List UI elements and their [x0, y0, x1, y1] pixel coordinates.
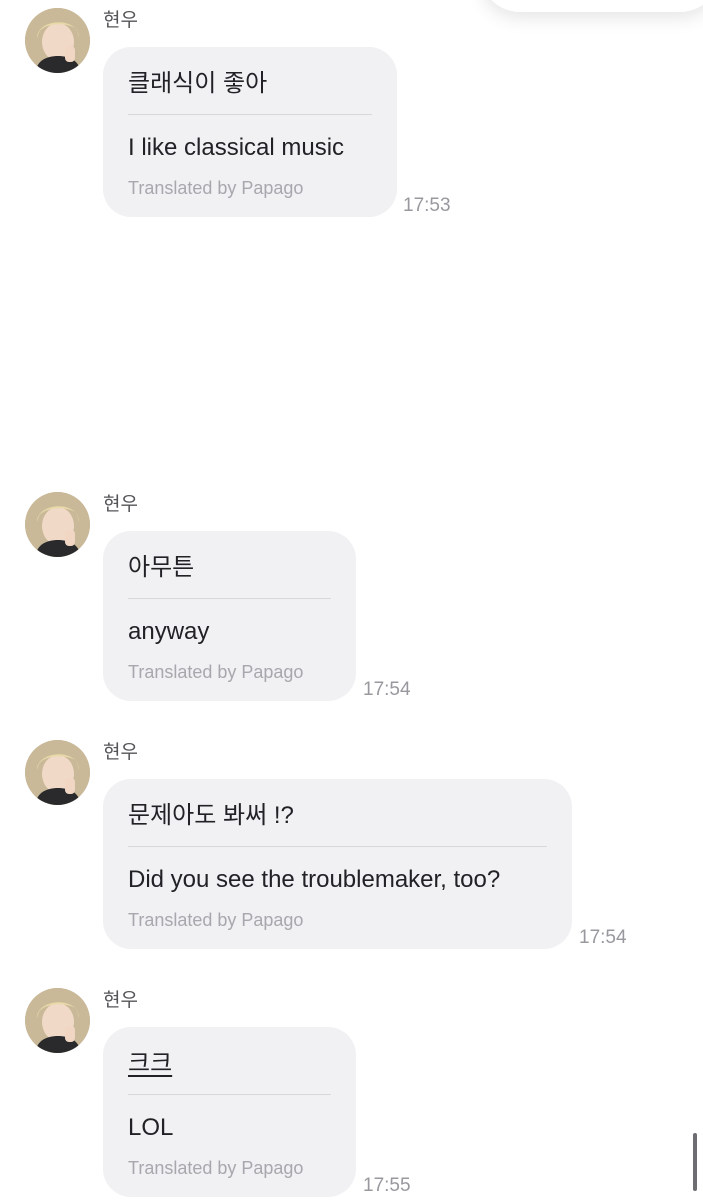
avatar[interactable]: [25, 988, 90, 1053]
original-text: 클래식이 좋아: [128, 70, 268, 97]
header-shadow: [480, 0, 703, 12]
divider: [128, 114, 372, 115]
sender-name: 현우: [103, 494, 138, 515]
translation-credit: Translated by Papago: [128, 662, 304, 682]
avatar-image: [25, 8, 90, 73]
timestamp: 17:53: [403, 195, 451, 216]
translated-text: Did you see the troublemaker, too?: [128, 866, 501, 893]
original-text: 문제아도 봐써 !?: [128, 802, 294, 829]
sender-name: 현우: [103, 742, 138, 763]
avatar-image: [25, 492, 90, 557]
scrollbar[interactable]: [693, 1133, 697, 1191]
avatar[interactable]: [25, 8, 90, 73]
message-bubble[interactable]: 문제아도 봐써 !? Did you see the troublemaker,…: [103, 779, 572, 949]
sender-name: 현우: [103, 990, 138, 1011]
message-bubble[interactable]: 크크 LOL Translated by Papago: [103, 1027, 356, 1197]
translated-text: I like classical music: [128, 134, 345, 161]
original-text: 아무튼: [128, 554, 195, 581]
divider: [128, 846, 547, 847]
timestamp: 17:54: [579, 927, 627, 948]
avatar[interactable]: [25, 492, 90, 557]
avatar[interactable]: [25, 740, 90, 805]
translated-text: anyway: [128, 618, 210, 645]
message-bubble[interactable]: 클래식이 좋아 I like classical music Translate…: [103, 47, 397, 217]
timestamp: 17:55: [363, 1175, 411, 1196]
divider: [128, 598, 331, 599]
avatar-image: [25, 988, 90, 1053]
original-text: 크크: [128, 1050, 173, 1077]
translation-credit: Translated by Papago: [128, 910, 304, 930]
translation-credit: Translated by Papago: [128, 1158, 304, 1178]
sender-name: 현우: [103, 10, 138, 31]
avatar-image: [25, 740, 90, 805]
message-bubble[interactable]: 아무튼 anyway Translated by Papago: [103, 531, 356, 701]
translated-text: LOL: [128, 1114, 174, 1141]
timestamp: 17:54: [363, 679, 411, 700]
translation-credit: Translated by Papago: [128, 178, 304, 198]
divider: [128, 1094, 331, 1095]
